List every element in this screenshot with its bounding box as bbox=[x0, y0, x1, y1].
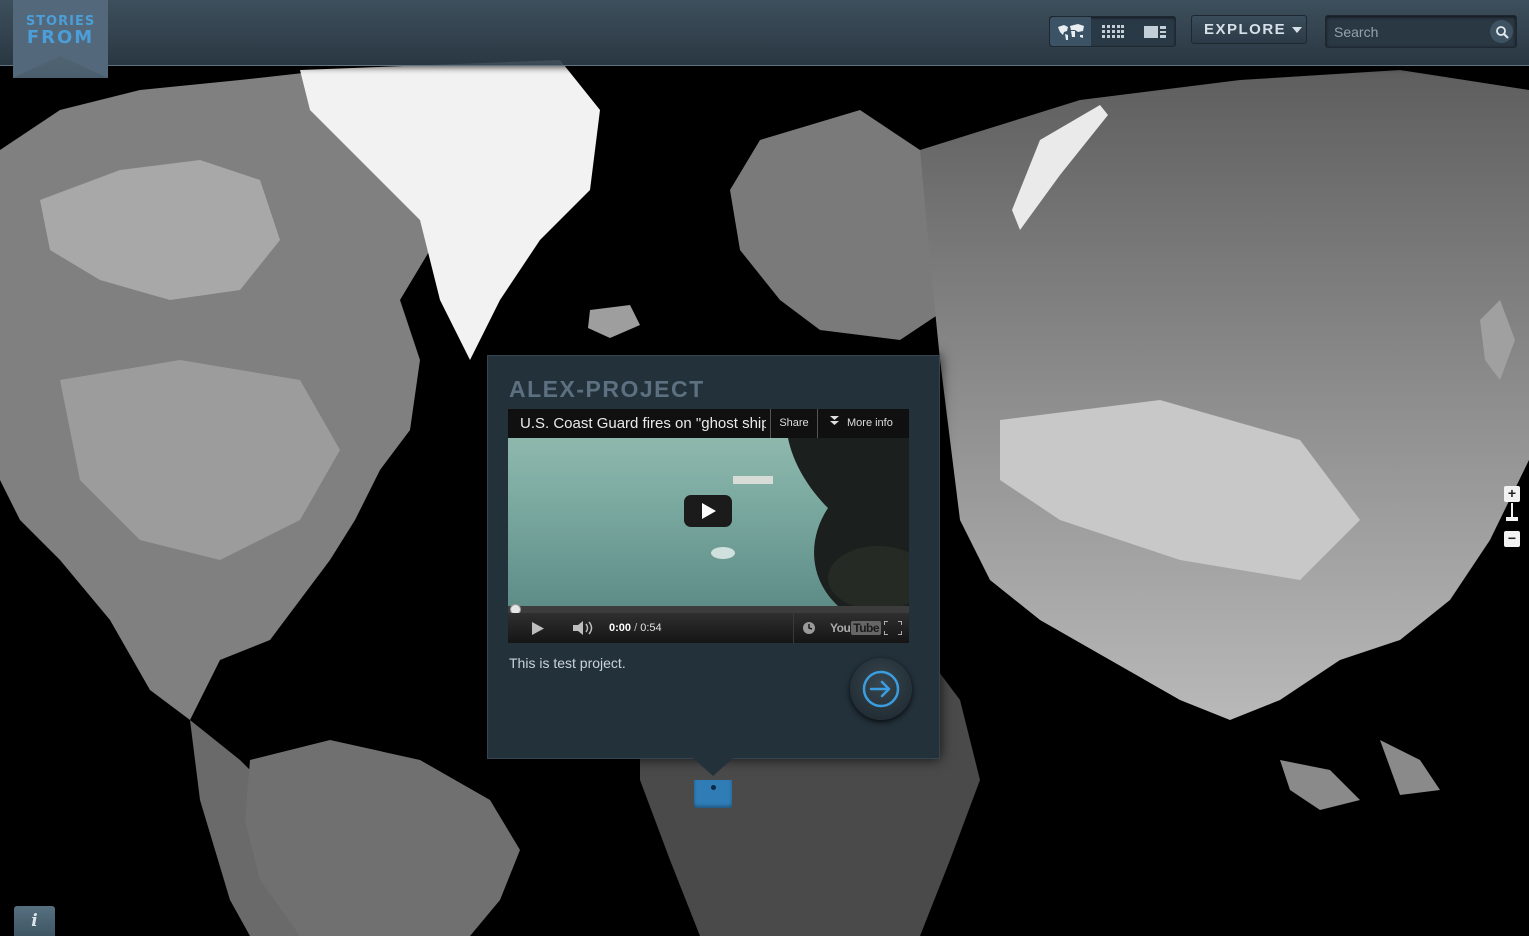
zoom-slider-handle[interactable] bbox=[1506, 517, 1518, 521]
fullscreen-icon bbox=[884, 621, 902, 635]
more-info-button[interactable]: More info bbox=[817, 409, 909, 438]
explore-dropdown-button[interactable]: EXPLORE bbox=[1191, 15, 1307, 44]
marker-dot bbox=[711, 785, 716, 790]
story-popup: ALEX-PROJECT U.S. Coast Guard fires on "… bbox=[487, 355, 940, 776]
double-chevron-down-icon bbox=[830, 409, 839, 438]
play-button[interactable] bbox=[522, 613, 554, 643]
zoom-slider-track[interactable] bbox=[1511, 503, 1513, 517]
video-duration: 0:54 bbox=[640, 622, 662, 634]
list-icon bbox=[1143, 25, 1166, 38]
share-button[interactable]: Share bbox=[770, 409, 817, 438]
big-play-button[interactable] bbox=[684, 495, 732, 527]
top-navigation-bar: STORIES FROM EXPLORE Search bbox=[0, 0, 1529, 78]
zoom-out-button[interactable]: − bbox=[1504, 531, 1520, 547]
open-story-button[interactable] bbox=[850, 658, 912, 720]
logo-text-line2: FROM bbox=[26, 27, 95, 48]
search-input[interactable] bbox=[1332, 20, 1486, 44]
fullscreen-button[interactable] bbox=[878, 613, 908, 643]
chevron-down-icon bbox=[1292, 26, 1303, 33]
video-time: 0:00 / 0:54 bbox=[609, 622, 662, 634]
grid-icon bbox=[1101, 24, 1124, 38]
volume-button[interactable] bbox=[566, 613, 602, 643]
story-title: ALEX-PROJECT bbox=[509, 376, 705, 402]
clock-icon bbox=[803, 622, 815, 634]
story-description: This is test project. bbox=[509, 655, 626, 671]
view-mode-toggle bbox=[1049, 16, 1176, 47]
zoom-control: + − bbox=[1503, 486, 1521, 548]
volume-icon bbox=[573, 621, 593, 635]
current-time: 0:00 bbox=[609, 622, 632, 634]
time-separator: / bbox=[631, 622, 641, 634]
explore-label: EXPLORE bbox=[1204, 21, 1287, 38]
more-info-label: More info bbox=[847, 417, 893, 429]
play-small-icon bbox=[532, 621, 544, 635]
search-button[interactable] bbox=[1490, 20, 1513, 43]
video-progress-bar[interactable] bbox=[508, 606, 909, 613]
info-button[interactable]: i bbox=[14, 906, 55, 936]
list-view-button[interactable] bbox=[1134, 17, 1175, 46]
popup-pointer bbox=[693, 758, 733, 776]
stories-from-logo[interactable]: STORIES FROM bbox=[13, 0, 108, 78]
youtube-logo[interactable]: You Tube bbox=[830, 621, 882, 635]
search-icon bbox=[1495, 25, 1509, 39]
search-box bbox=[1325, 15, 1517, 48]
watch-later-button[interactable] bbox=[793, 613, 824, 643]
video-title-bar: U.S. Coast Guard fires on "ghost ship" S… bbox=[508, 409, 909, 438]
arrow-right-circle-icon bbox=[862, 670, 900, 708]
map-view-button[interactable] bbox=[1050, 17, 1091, 46]
video-title[interactable]: U.S. Coast Guard fires on "ghost ship" bbox=[520, 415, 766, 432]
play-icon bbox=[702, 503, 716, 519]
video-player[interactable]: U.S. Coast Guard fires on "ghost ship" S… bbox=[508, 409, 909, 643]
grid-view-button[interactable] bbox=[1092, 17, 1133, 46]
zoom-in-button[interactable]: + bbox=[1504, 486, 1520, 502]
story-map-marker[interactable] bbox=[694, 780, 732, 808]
video-controls: 0:00 / 0:54 You Tube bbox=[508, 613, 909, 643]
world-map-icon bbox=[1057, 23, 1084, 40]
